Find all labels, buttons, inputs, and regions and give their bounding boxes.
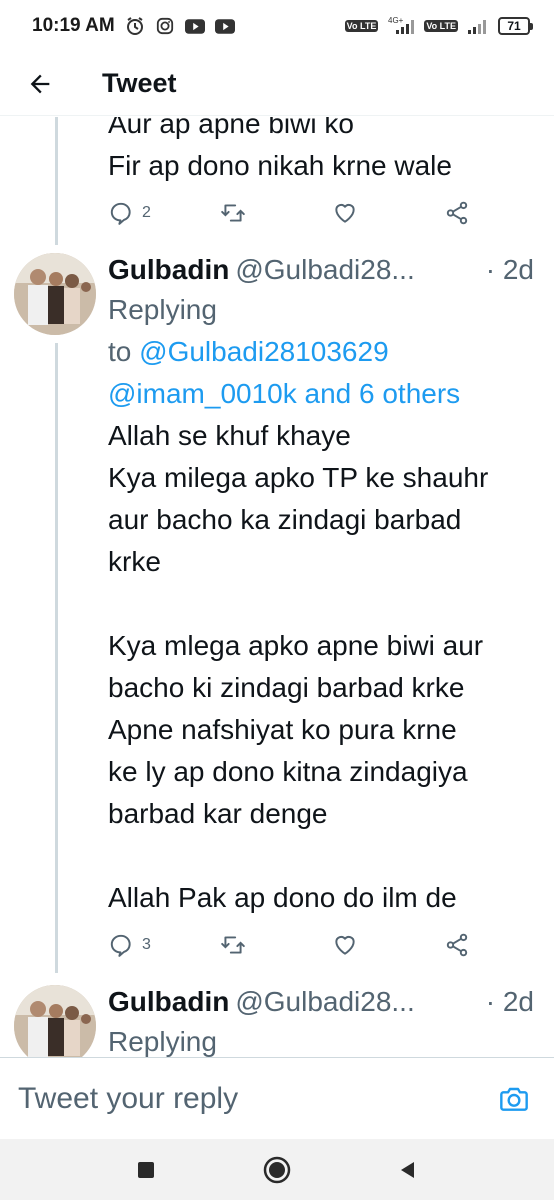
reply-count: 2 <box>142 204 151 221</box>
instagram-icon <box>155 16 175 36</box>
volte-badge: Vo LTE <box>424 20 458 32</box>
user-handle[interactable]: @Gulbadi28... <box>235 983 479 1021</box>
battery-indicator: 71 <box>498 17 533 35</box>
volte-badge: Vo LTE <box>344 20 379 32</box>
svg-text:4G+: 4G+ <box>388 16 404 25</box>
retweet-icon <box>221 936 245 954</box>
reply-count: 3 <box>142 936 151 953</box>
tweet-header: Gulbadin @Gulbadi28... · 2d <box>108 251 534 289</box>
replying-to: to @Gulbadi28103629 <box>108 331 534 373</box>
avatar[interactable] <box>14 985 96 1057</box>
like-button[interactable] <box>332 932 444 958</box>
reply-button[interactable]: 2 <box>108 200 220 226</box>
share-button[interactable] <box>444 200 470 226</box>
signal-icon <box>466 16 490 36</box>
tweet-header: Gulbadin @Gulbadi28... · 2d <box>108 983 534 1021</box>
tweet-text: Aur ap apne biwi ko <box>108 117 354 139</box>
previous-tweet[interactable]: Aur ap apne biwi ko Fir ap dono nikah kr… <box>0 117 554 245</box>
share-icon <box>446 201 468 225</box>
home-circle-icon <box>263 1156 291 1183</box>
arrow-left-icon <box>30 74 50 93</box>
reply-icon <box>110 934 131 957</box>
alarm-icon <box>125 16 145 36</box>
mention-link[interactable]: @Gulbadi28103629 <box>139 336 389 367</box>
tweet-actions: 2 <box>108 193 534 233</box>
recents-button[interactable] <box>124 1148 168 1192</box>
display-name[interactable]: Gulbadin <box>108 983 229 1021</box>
tweet-item[interactable]: Gulbadin @Gulbadi28... · 2d Replying to … <box>0 251 554 975</box>
display-name[interactable]: Gulbadin <box>108 251 229 289</box>
heart-icon <box>335 203 355 223</box>
mention-link[interactable]: @imam_0010k and 6 others <box>108 373 534 415</box>
tweet-actions: 3 <box>108 925 534 965</box>
reply-icon <box>110 202 131 225</box>
heart-icon <box>335 935 355 955</box>
timestamp: · 2d <box>485 254 534 285</box>
triangle-back-icon <box>401 1161 415 1178</box>
youtube-icon <box>214 16 235 36</box>
signal-icon: 4G+ <box>386 16 416 36</box>
tweet-text: Fir ap dono nikah krne wale <box>108 150 452 181</box>
tweet-item[interactable]: Gulbadin @Gulbadi28... · 2d Replying <box>0 983 554 1057</box>
replying-to-label: to <box>108 336 132 367</box>
status-time: 10:19 AM <box>32 15 115 36</box>
tweet-text: Allah se khuf khaye Kya milega apko TP k… <box>108 420 489 913</box>
reply-input[interactable] <box>18 1081 492 1116</box>
back-button[interactable] <box>0 52 80 116</box>
timestamp: · 2d <box>485 986 534 1017</box>
youtube-icon <box>184 16 205 36</box>
page-title: Tweet <box>102 68 177 98</box>
like-button[interactable] <box>332 200 444 226</box>
reply-button[interactable]: 3 <box>108 932 220 958</box>
replying-label: Replying <box>108 1026 217 1057</box>
tweet-thread: Aur ap apne biwi ko Fir ap dono nikah kr… <box>0 117 554 1057</box>
camera-button[interactable] <box>492 1077 536 1121</box>
retweet-button[interactable] <box>220 200 332 226</box>
retweet-icon <box>221 204 245 222</box>
reply-composer <box>0 1057 554 1139</box>
home-button[interactable] <box>255 1148 299 1192</box>
user-handle[interactable]: @Gulbadi28... <box>235 251 479 289</box>
top-app-bar: Tweet <box>0 52 554 116</box>
status-bar: 10:19 AM Vo LTE 4G+ Vo LTE 71 <box>0 0 554 52</box>
replying-label: Replying <box>108 294 217 325</box>
retweet-button[interactable] <box>220 932 332 958</box>
avatar[interactable] <box>14 253 96 335</box>
share-button[interactable] <box>444 932 470 958</box>
system-navigation-bar <box>0 1139 554 1200</box>
camera-icon <box>500 1087 528 1111</box>
back-nav-button[interactable] <box>386 1148 430 1192</box>
square-icon <box>137 1161 154 1178</box>
share-icon <box>446 933 468 957</box>
